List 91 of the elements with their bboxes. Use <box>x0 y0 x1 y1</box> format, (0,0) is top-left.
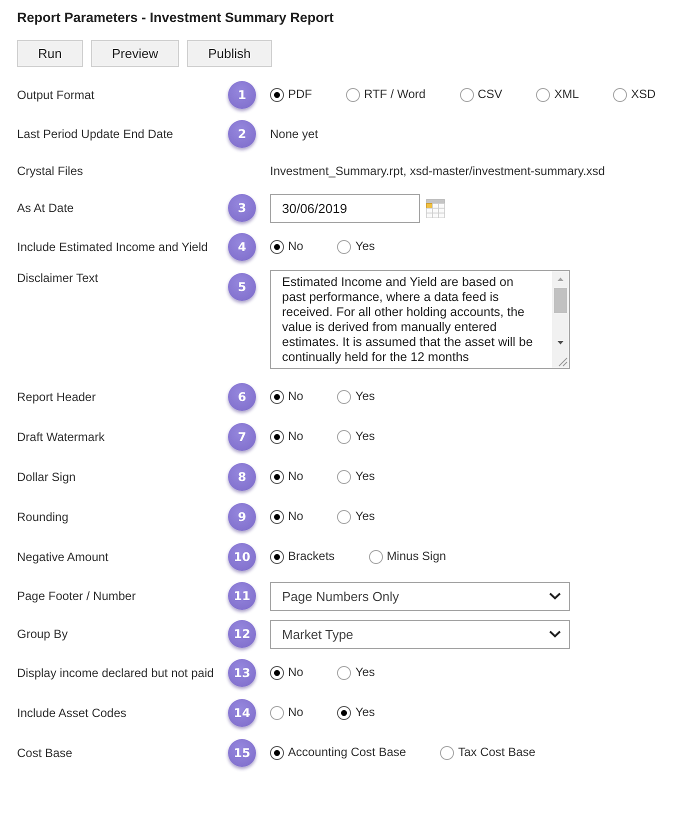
field-value: Investment_Summary.rpt, xsd-master/investment-summary.xsd <box>270 164 605 178</box>
radio-button[interactable] <box>337 390 352 404</box>
number-marker: 7 <box>228 423 256 451</box>
number-marker: 15 <box>228 739 256 767</box>
action-button[interactable]: Preview <box>90 40 180 67</box>
dropdown[interactable]: Page Numbers Only <box>270 582 570 610</box>
calendar-icon[interactable] <box>426 198 445 218</box>
scrollbar-drawing[interactable] <box>552 271 569 368</box>
field-label: Output Format <box>17 88 94 102</box>
number-marker: 4 <box>228 233 256 261</box>
action-button[interactable]: Run <box>17 40 83 67</box>
field-label: Page Footer / Number <box>17 589 136 603</box>
field-label: Dollar Sign <box>17 470 76 484</box>
field-label: Include Asset Codes <box>17 706 126 720</box>
option-label[interactable]: Yes <box>355 239 375 253</box>
chevron-down-icon <box>549 630 561 638</box>
option-label[interactable]: No <box>288 509 304 523</box>
field-value: None yet <box>270 126 318 140</box>
option-label[interactable]: Minus Sign <box>386 549 446 563</box>
radio-button[interactable] <box>337 470 352 484</box>
option-label[interactable]: CSV <box>478 87 502 101</box>
radio-button[interactable] <box>270 470 284 484</box>
action-button[interactable]: Publish <box>187 40 272 67</box>
radio-button[interactable] <box>337 666 352 680</box>
number-marker: 9 <box>228 503 256 531</box>
field-label: Cost Base <box>17 746 72 760</box>
number-marker: 5 <box>228 273 256 301</box>
number-marker: 1 <box>228 81 256 109</box>
option-label[interactable]: No <box>288 239 304 253</box>
number-marker: 3 <box>228 194 256 222</box>
option-label[interactable]: Tax Cost Base <box>458 745 536 759</box>
option-label[interactable]: Yes <box>355 469 375 483</box>
radio-button[interactable] <box>270 510 284 524</box>
dropdown[interactable]: Market Type <box>270 620 570 648</box>
field-label: Report Header <box>17 390 96 404</box>
number-marker: 14 <box>228 699 256 727</box>
radio-button[interactable] <box>337 430 352 444</box>
option-label[interactable]: No <box>288 389 304 403</box>
option-label[interactable]: Yes <box>355 705 375 719</box>
radio-button[interactable] <box>270 430 284 444</box>
field-label: Draft Watermark <box>17 430 105 444</box>
radio-button[interactable] <box>368 550 383 564</box>
field-label: Crystal Files <box>17 164 84 178</box>
option-label[interactable]: Yes <box>355 665 375 679</box>
radio-button[interactable] <box>536 88 550 102</box>
radio-button[interactable] <box>337 240 352 254</box>
radio-button[interactable] <box>270 390 284 404</box>
option-label[interactable]: PDF <box>288 87 312 101</box>
radio-button[interactable] <box>440 746 454 760</box>
field-label: As At Date <box>17 201 74 215</box>
option-label[interactable]: Yes <box>355 509 375 523</box>
disclaimer-text-field[interactable]: Estimated Income and Yield are based on past performance, where a data feed is received. For all other holding accounts, the value is derived from manually entered estimates. It is assumed that the asset will be continually held for the 12 months <box>270 270 570 369</box>
page-title: Report Parameters - Investment Summary Report <box>17 9 334 26</box>
radio-button[interactable] <box>337 510 352 524</box>
number-marker: 11 <box>228 582 256 610</box>
field-label: Disclaimer Text <box>17 271 98 285</box>
radio-button[interactable] <box>270 706 284 720</box>
field-label: Include Estimated Income and Yield <box>17 240 208 254</box>
field-label: Display income declared but not paid <box>17 666 214 680</box>
number-marker: 8 <box>228 463 256 491</box>
option-label[interactable]: RTF / Word <box>364 87 426 101</box>
option-label[interactable]: XML <box>554 87 579 101</box>
radio-button[interactable] <box>270 550 284 564</box>
radio-button[interactable] <box>337 706 352 720</box>
field-label: Group By <box>17 627 68 641</box>
radio-button[interactable] <box>346 88 360 102</box>
option-label[interactable]: No <box>288 705 304 719</box>
option-label[interactable]: XSD <box>630 87 656 101</box>
option-label[interactable]: No <box>288 469 304 483</box>
field-label: Negative Amount <box>17 550 108 564</box>
number-marker: 13 <box>228 659 256 687</box>
option-label[interactable]: No <box>288 429 304 443</box>
number-marker: 6 <box>228 383 256 411</box>
date-field[interactable]: 30/06/2019 <box>270 194 420 222</box>
number-marker: 2 <box>228 120 256 148</box>
radio-button[interactable] <box>460 88 474 102</box>
number-marker: 10 <box>228 543 256 571</box>
option-label[interactable]: Yes <box>355 429 375 443</box>
radio-button[interactable] <box>270 746 284 760</box>
field-label: Last Period Update End Date <box>17 126 174 140</box>
number-marker: 12 <box>228 620 256 648</box>
chevron-down-icon <box>549 592 561 600</box>
option-label[interactable]: Yes <box>355 389 375 403</box>
radio-button[interactable] <box>270 240 284 254</box>
option-label[interactable]: Brackets <box>288 549 335 563</box>
radio-button[interactable] <box>270 88 284 102</box>
radio-button[interactable] <box>270 666 284 680</box>
radio-button[interactable] <box>612 88 627 102</box>
field-label: Rounding <box>17 510 68 524</box>
option-label[interactable]: Accounting Cost Base <box>288 745 406 759</box>
option-label[interactable]: No <box>288 665 304 679</box>
